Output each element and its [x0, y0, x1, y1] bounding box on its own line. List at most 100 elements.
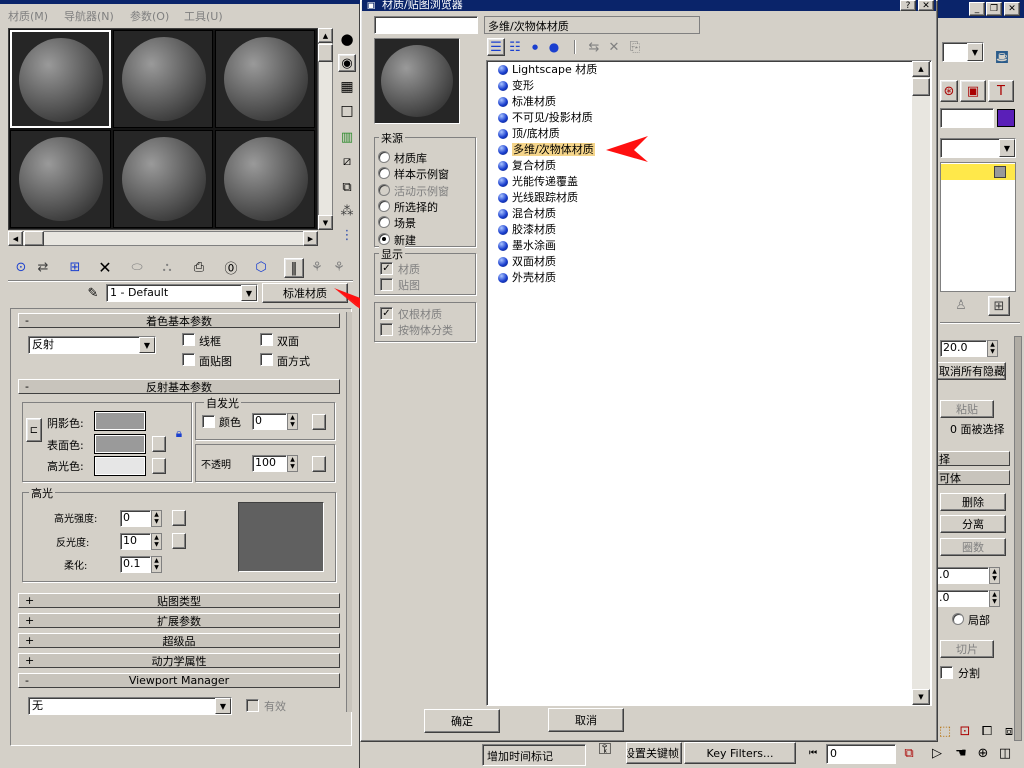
slots-scroll-thumb[interactable]: [318, 44, 333, 62]
make-unique-icon[interactable]: ⛬: [158, 258, 176, 276]
wire-checkbox[interactable]: [182, 333, 195, 346]
dynamics-rollout[interactable]: + 动力学属性: [18, 653, 340, 668]
sample-type-sphere-icon[interactable]: ●: [338, 30, 356, 48]
put-material-to-scene-icon[interactable]: ⇄: [34, 258, 52, 276]
sample-slot-5[interactable]: [113, 130, 213, 228]
slots-scroll-right[interactable]: ▶: [303, 231, 318, 246]
go-to-start-icon[interactable]: ⏮: [804, 744, 822, 762]
collapse-button[interactable]: 圈数: [940, 538, 1006, 556]
rollout-scroll-strip[interactable]: [346, 312, 352, 712]
spec-level-map-button[interactable]: [172, 510, 186, 526]
diffuse-map-button[interactable]: [152, 436, 166, 452]
material-effects-channel-icon[interactable]: ⓪: [222, 258, 240, 277]
by-object-checkbox[interactable]: [380, 323, 393, 336]
material-list-item[interactable]: 墨水涂画: [498, 238, 556, 254]
view-list-icon[interactable]: ☰: [487, 38, 505, 56]
paste-button[interactable]: 粘贴: [940, 400, 994, 418]
threshold-spinner[interactable]: 20.0 ▲ ▼: [940, 340, 998, 357]
view-list-icons-icon[interactable]: ☷: [506, 38, 524, 56]
modifier-stack-list[interactable]: [940, 162, 1016, 292]
extended-params-rollout[interactable]: + 扩展参数: [18, 613, 340, 628]
show-maps-checkbox[interactable]: [380, 278, 393, 291]
sample-slot-1[interactable]: [10, 30, 111, 128]
material-list-item[interactable]: 光能传递覆盖: [498, 174, 578, 190]
select-by-material-icon[interactable]: ⁂: [338, 202, 356, 220]
right-scroll-strip[interactable]: [1014, 336, 1022, 741]
background-checker-icon[interactable]: ▦: [338, 78, 356, 96]
zoom-extents-icon[interactable]: ⊡: [956, 722, 974, 740]
list-scroll-up[interactable]: ▲: [912, 61, 930, 77]
unhide-all-button[interactable]: 取消所有隐藏: [936, 362, 1006, 380]
make-copy-icon[interactable]: ⬭: [128, 258, 146, 276]
update-scene-materials-icon[interactable]: ⇆: [585, 38, 603, 56]
self-illum-spinner[interactable]: 0 ▲ ▼: [252, 413, 298, 430]
glossiness-map-button[interactable]: [172, 533, 186, 549]
make-preview-icon[interactable]: ⧄: [338, 152, 356, 170]
menu-options[interactable]: 参数(O): [130, 8, 169, 24]
main-close-button[interactable]: ✕: [1004, 2, 1020, 16]
glossiness-spinner[interactable]: 10 ▲ ▼: [120, 533, 162, 550]
go-forward-to-sibling-icon[interactable]: ⚘: [330, 258, 348, 276]
material-list-item[interactable]: 光线跟踪材质: [498, 190, 578, 206]
ok-button[interactable]: 确定: [424, 709, 500, 733]
add-time-tag-field[interactable]: 增加时间标记: [482, 744, 586, 766]
detach-button[interactable]: 分离: [940, 515, 1006, 533]
options-icon[interactable]: ⧉: [338, 178, 356, 196]
specular-map-button[interactable]: [152, 458, 166, 474]
material-list-item[interactable]: 变形: [498, 78, 534, 94]
lock-diffuse-specular-icon[interactable]: 🔒︎: [170, 424, 188, 442]
zoom-all-icon[interactable]: ⧠: [978, 722, 996, 740]
object-color-swatch[interactable]: [997, 109, 1015, 127]
utilities-icon[interactable]: ⊛: [940, 80, 958, 102]
time-config-icon[interactable]: ⧉: [900, 744, 918, 762]
shader-basic-rollout[interactable]: - 着色基本参数: [18, 313, 340, 328]
fov-icon[interactable]: ⧈: [1000, 722, 1018, 740]
specular-swatch[interactable]: [94, 456, 146, 476]
material-list-item[interactable]: 混合材质: [498, 206, 556, 222]
reflect-basic-rollout[interactable]: - 反射基本参数: [18, 379, 340, 394]
menu-material[interactable]: 材质(M): [8, 8, 48, 24]
go-to-parent-icon[interactable]: ⚘: [308, 258, 326, 276]
show-materials-checkbox[interactable]: ✓: [380, 262, 393, 275]
pan-hand-icon[interactable]: ☚: [952, 744, 970, 762]
set-key-button[interactable]: 设置关键帧: [626, 742, 682, 764]
clear-library-icon[interactable]: ⎘: [626, 38, 644, 56]
viewport-manager-dropdown[interactable]: 无 ▼: [28, 697, 232, 715]
teapot-icon[interactable]: ⛾: [988, 47, 1016, 70]
material-list-item[interactable]: Lightscape 材质: [498, 62, 597, 78]
sample-slot-4[interactable]: [10, 130, 111, 228]
browser-close-button[interactable]: ✕: [918, 0, 934, 11]
maps-rollout[interactable]: + 贴图类型: [18, 593, 340, 608]
slots-scroll-down[interactable]: ▼: [318, 215, 333, 230]
source-radio[interactable]: [378, 232, 390, 245]
slots-hscroll-thumb[interactable]: [24, 231, 44, 246]
pick-material-eyedropper-icon[interactable]: ✎: [84, 284, 102, 302]
list-scroll-thumb[interactable]: [912, 78, 930, 96]
material-list-item[interactable]: 外壳材质: [498, 270, 556, 286]
sample-slot-2[interactable]: [113, 30, 213, 128]
source-radio[interactable]: [378, 199, 390, 212]
slots-scroll-up[interactable]: ▲: [318, 28, 333, 43]
material-list-item[interactable]: 多维/次物体材质: [498, 142, 595, 158]
slots-scroll-left[interactable]: ◀: [8, 231, 23, 246]
main-minimize-button[interactable]: _: [969, 2, 985, 16]
browser-help-button[interactable]: ?: [900, 0, 916, 11]
object-name-field[interactable]: [940, 108, 994, 128]
pin-stack-icon[interactable]: ♙: [952, 296, 970, 314]
menu-navigation[interactable]: 导航器(N): [64, 8, 114, 24]
spec-level-spinner[interactable]: 0 ▲ ▼: [120, 510, 162, 527]
configure-sets-icon[interactable]: ⊞: [988, 296, 1010, 316]
list-scroll-down[interactable]: ▼: [912, 689, 930, 705]
source-radio[interactable]: [378, 183, 390, 196]
frame-field[interactable]: 0: [826, 744, 896, 764]
delete-button[interactable]: 删除: [940, 493, 1006, 511]
right-dropdown[interactable]: ▼: [942, 42, 984, 62]
material-list-item[interactable]: 双面材质: [498, 254, 556, 270]
ambient-swatch[interactable]: [94, 411, 146, 431]
shader-type-dropdown[interactable]: 反射 ▼: [28, 336, 156, 354]
diffuse-swatch[interactable]: [94, 434, 146, 454]
viewport-manager-rollout[interactable]: - Viewport Manager: [18, 673, 340, 688]
view-large-icons-icon[interactable]: ●: [545, 38, 563, 56]
lock-ambient-diffuse-icon[interactable]: ⊏: [26, 418, 42, 442]
select-rollout-bar[interactable]: 择: [936, 451, 1010, 466]
